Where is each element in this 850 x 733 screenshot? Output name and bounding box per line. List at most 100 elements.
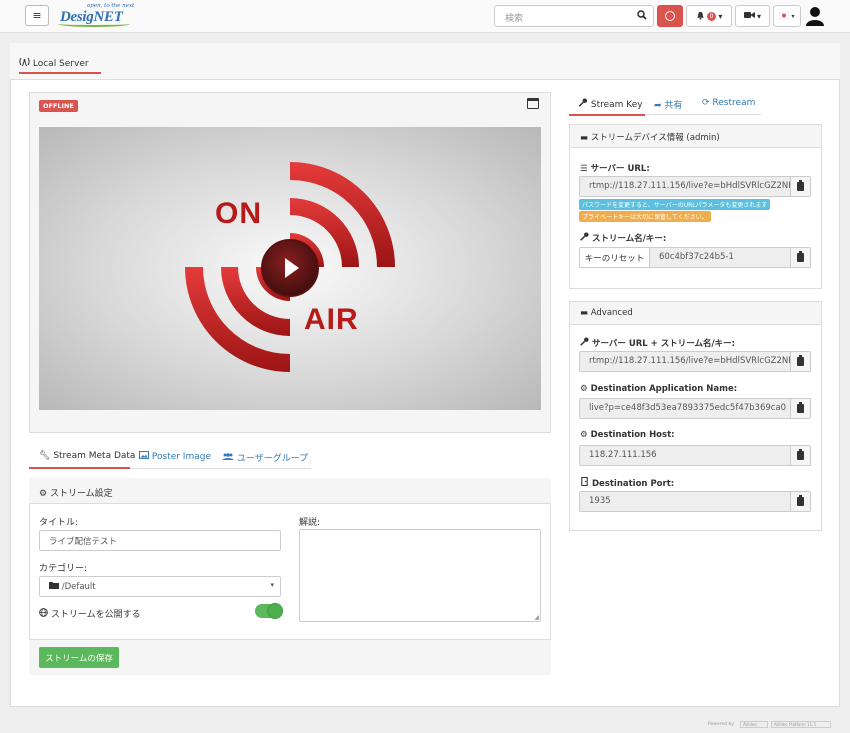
menu-toggle-button[interactable]: ≡ — [25, 5, 49, 26]
tab-share[interactable]: ➦ 共有 — [654, 98, 682, 111]
active-tab-indicator — [29, 467, 130, 469]
app-name-field[interactable]: live?p=ce48f3d53ea7893375edc5f47b369ca0 — [579, 398, 791, 419]
title-input[interactable]: ライブ配信テスト — [39, 530, 281, 551]
language-menu-button[interactable]: ▾ — [773, 5, 801, 27]
door-icon — [580, 476, 592, 489]
caret-down-icon: ▾ — [718, 11, 723, 21]
public-stream-toggle[interactable] — [255, 603, 283, 619]
clipboard-icon — [797, 355, 804, 366]
video-menu-button[interactable]: ▾ — [735, 5, 770, 27]
active-tab-indicator — [569, 114, 645, 116]
tab-local-server[interactable]: Local Server — [19, 57, 89, 69]
tab-user-groups-label: ユーザーグループ — [236, 454, 309, 464]
expand-window-icon[interactable] — [527, 98, 539, 109]
tab-local-server-label: Local Server — [32, 59, 89, 69]
category-select-value: /Default — [61, 582, 96, 592]
share-icon: ➦ — [654, 101, 662, 111]
caret-down-icon: ▾ — [791, 12, 795, 20]
stream-settings-heading-text: ストリーム設定 — [49, 489, 113, 499]
key-icon — [580, 337, 592, 349]
copy-server-url-button[interactable] — [790, 176, 811, 197]
version-badge[interactable]: AVideo Platform 11.5 — [771, 721, 831, 728]
key-icon — [578, 98, 591, 110]
play-icon — [285, 258, 299, 278]
gear-icon: ⚙ — [39, 489, 48, 499]
resize-handle-icon[interactable]: ◢ — [534, 614, 539, 621]
title-label: タイトル: — [39, 518, 79, 528]
save-stream-button[interactable]: ストリームの保存 — [39, 647, 119, 668]
description-label: 解説: — [299, 518, 321, 528]
password-change-notice: パスワードを変更すると、サーバーのURLパラメータも変更されます — [579, 199, 771, 210]
tab-restream[interactable]: ⟳ Restream — [702, 98, 755, 108]
stream-key-label-text: ストリーム名/キー: — [591, 234, 667, 244]
toggle-knob — [267, 603, 283, 619]
wrench-icon: 🔧︎ — [39, 451, 51, 461]
category-select[interactable]: /Default ▾ — [39, 576, 281, 597]
play-button[interactable] — [261, 239, 319, 297]
user-avatar[interactable] — [806, 6, 824, 26]
copy-host-button[interactable] — [790, 445, 811, 466]
search-input[interactable]: 検索 — [505, 11, 523, 24]
hdd-icon: ▬ — [580, 308, 589, 318]
notification-count-badge: 0 — [706, 11, 717, 21]
stream-key-label: ストリーム名/キー: — [580, 232, 666, 244]
clipboard-icon — [797, 402, 804, 413]
site-logo[interactable]: open, to the next DesigNET — [58, 3, 168, 29]
app-name-label: ⚙ Destination Application Name: — [580, 384, 737, 394]
notifications-button[interactable]: 0 ▾ — [686, 5, 732, 27]
tab-poster-image[interactable]: Poster Image — [139, 451, 211, 462]
server-url-label-text: サーバー URL: — [590, 164, 650, 174]
hamburger-icon: ≡ — [32, 9, 42, 22]
copy-app-name-button[interactable] — [790, 398, 811, 419]
app-name-label-text: Destination Application Name: — [590, 384, 738, 394]
powered-by-text: Powered by — [708, 722, 735, 727]
public-stream-label: ストリームを公開する — [39, 607, 141, 620]
hdd-icon: ▬ — [580, 133, 589, 143]
advanced-header: ▬ Advanced — [569, 301, 822, 325]
list-icon: ☰ — [580, 164, 588, 174]
port-label-text: Destination Port: — [591, 479, 675, 489]
description-textarea[interactable]: ◢ — [299, 529, 541, 622]
powered-by-badge[interactable]: AVideo — [740, 721, 768, 728]
tab-stream-meta-data-label: Stream Meta Data — [53, 451, 136, 461]
tab-restream-label: Restream — [712, 98, 756, 108]
tab-stream-key[interactable]: Stream Key — [578, 98, 643, 110]
gear-icon: ⚙ — [580, 430, 588, 440]
folder-icon — [49, 582, 62, 592]
tab-share-label: 共有 — [664, 101, 683, 111]
advanced-heading: Advanced — [590, 308, 633, 318]
tab-stream-meta-data[interactable]: 🔧︎ Stream Meta Data — [39, 451, 135, 461]
private-key-notice: プライベートキーは大切に保管してください。 — [579, 211, 711, 222]
full-url-field[interactable]: rtmp://118.27.111.156/live?e=bHdlSVRlcGZ… — [579, 351, 791, 372]
server-url-field[interactable]: rtmp://118.27.111.156/live?e=bHdlSVRlcGZ… — [579, 176, 791, 197]
public-stream-label-text: ストリームを公開する — [50, 610, 141, 620]
active-tab-indicator — [19, 72, 101, 74]
copy-stream-key-button[interactable] — [790, 247, 811, 268]
server-tabbar — [10, 43, 840, 80]
host-field[interactable]: 118.27.111.156 — [579, 445, 791, 466]
copy-full-url-button[interactable] — [790, 351, 811, 372]
key-icon — [580, 232, 592, 244]
go-live-button[interactable] — [657, 5, 683, 27]
clipboard-icon — [797, 495, 804, 506]
copy-port-button[interactable] — [790, 491, 811, 512]
video-player[interactable]: ON AIR — [39, 127, 541, 410]
search-icon[interactable] — [637, 10, 647, 23]
reset-key-button[interactable]: キーのリセット — [579, 247, 650, 268]
broadcast-tower-icon — [19, 57, 33, 69]
device-info-heading: ストリームデバイス情報 (admin) — [590, 133, 720, 143]
page-footer: Powered by AVideo AVideo Platform 11.5 — [0, 718, 850, 733]
search-box[interactable]: 検索 — [494, 5, 654, 27]
bell-icon — [696, 11, 705, 22]
caret-down-icon: ▾ — [756, 11, 761, 21]
status-badge: OFFLINE — [39, 100, 78, 112]
port-field[interactable]: 1935 — [579, 491, 791, 512]
users-icon — [222, 453, 237, 464]
record-icon — [665, 11, 675, 21]
full-url-label-text: サーバー URL + ストリーム名/キー: — [591, 339, 735, 349]
clipboard-icon — [797, 251, 804, 262]
clipboard-icon — [797, 449, 804, 460]
logo-swoosh — [58, 21, 130, 27]
stream-key-field[interactable]: 60c4bf37c24b5-1 — [649, 247, 791, 268]
tab-user-groups[interactable]: ユーザーグループ — [222, 451, 308, 464]
